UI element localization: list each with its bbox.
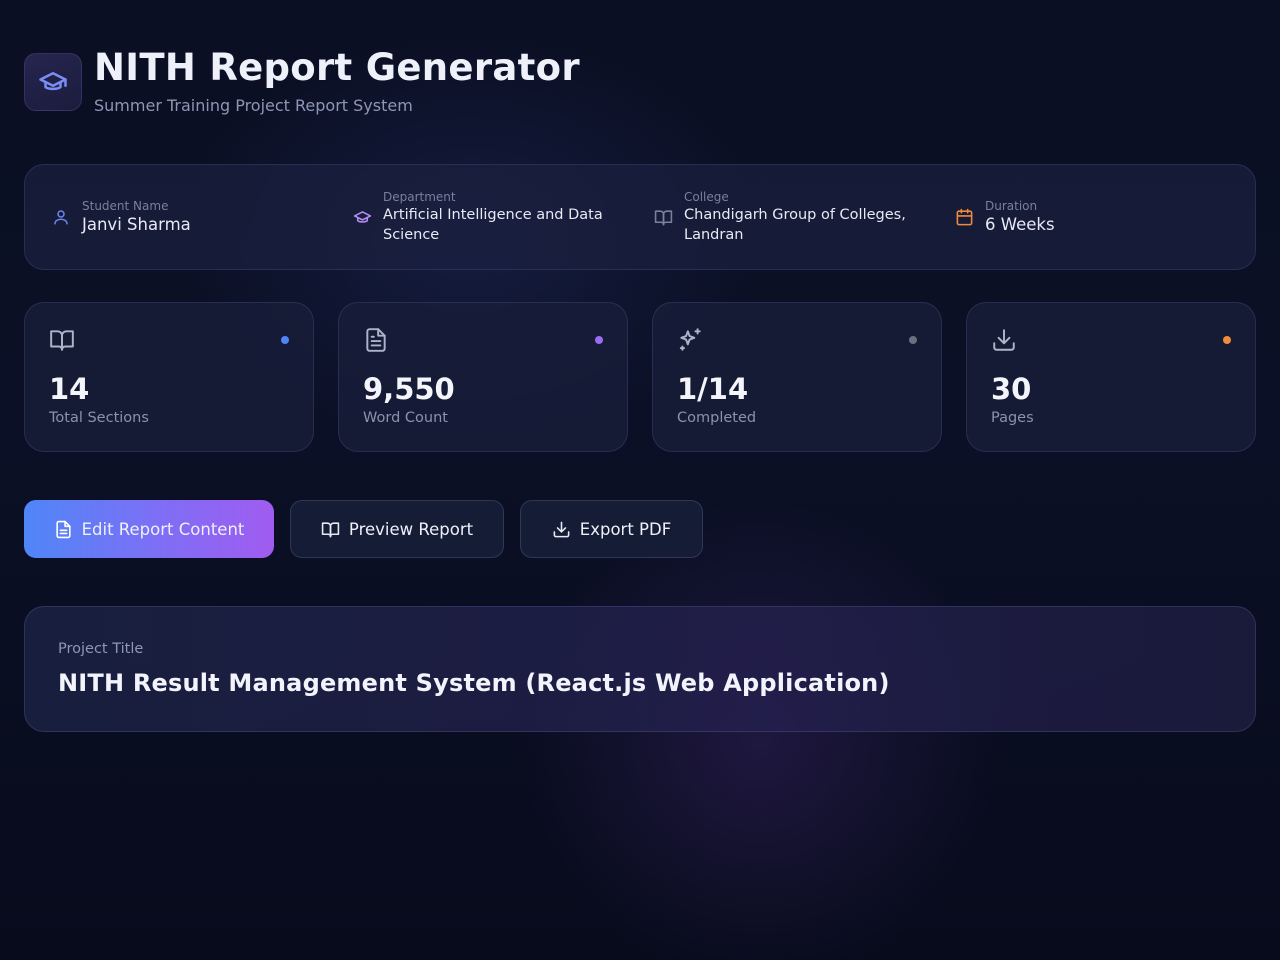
project-label: Project Title (58, 641, 144, 657)
info-value: Artificial Intelligence and Data Science (383, 207, 603, 243)
info-value: Chandigarh Group of Colleges, Landran (684, 207, 906, 243)
project-title-card: Project Title NITH Result Management Sys… (24, 606, 1256, 732)
stat-value: 9,550 (363, 372, 455, 406)
stat-card-pages: 30 Pages (966, 302, 1256, 452)
download-icon (993, 329, 1015, 351)
sparkles-icon (679, 328, 701, 351)
graduation-cap-icon (352, 207, 372, 227)
info-value: Janvi Sharma (82, 215, 191, 234)
stat-card-word-count: 9,550 Word Count (338, 302, 628, 452)
info-label: College (684, 190, 729, 204)
info-duration: Duration 6 Weeks (954, 198, 1255, 236)
stat-value: 1/14 (677, 372, 749, 406)
info-label: Student Name (82, 199, 169, 213)
user-icon (51, 207, 71, 227)
file-text-icon (366, 328, 386, 352)
file-text-icon (54, 519, 74, 539)
info-label: Duration (985, 199, 1038, 213)
preview-report-button[interactable]: Preview Report (290, 500, 504, 558)
info-value: 6 Weeks (985, 215, 1055, 234)
stat-label: Total Sections (49, 410, 149, 426)
info-college: College Chandigarh Group of Colleges, La… (653, 189, 954, 245)
book-open-icon (50, 330, 74, 351)
button-label: Export PDF (579, 519, 672, 539)
button-label: Preview Report (348, 519, 474, 539)
book-open-icon (321, 519, 341, 539)
edit-report-content-button[interactable]: Edit Report Content (24, 500, 274, 558)
status-dot (595, 336, 603, 344)
app-header: NITH Report Generator Summer Training Pr… (24, 48, 580, 115)
stat-card-completed: 1/14 Completed (652, 302, 942, 452)
status-dot (909, 336, 917, 344)
download-icon (552, 519, 572, 539)
stat-label: Word Count (363, 410, 448, 426)
book-open-icon (653, 207, 673, 227)
stat-card-total-sections: 14 Total Sections (24, 302, 314, 452)
stat-label: Pages (991, 410, 1034, 426)
info-label: Department (383, 190, 456, 204)
calendar-icon (954, 207, 974, 227)
stat-label: Completed (677, 410, 757, 426)
info-student-name: Student Name Janvi Sharma (51, 198, 352, 236)
status-dot (281, 336, 289, 344)
app-subtitle: Summer Training Project Report System (94, 96, 413, 115)
button-label: Edit Report Content (81, 519, 245, 539)
export-pdf-button[interactable]: Export PDF (520, 500, 703, 558)
student-info-bar: Student Name Janvi Sharma Department Art… (24, 164, 1256, 270)
stat-value: 14 (49, 372, 90, 406)
app-title: NITH Report Generator (94, 46, 580, 89)
status-dot (1223, 336, 1231, 344)
stat-value: 30 (991, 372, 1032, 406)
project-title: NITH Result Management System (React.js … (58, 669, 890, 697)
info-department: Department Artificial Intelligence and D… (352, 189, 653, 245)
graduation-cap-icon (24, 53, 82, 111)
